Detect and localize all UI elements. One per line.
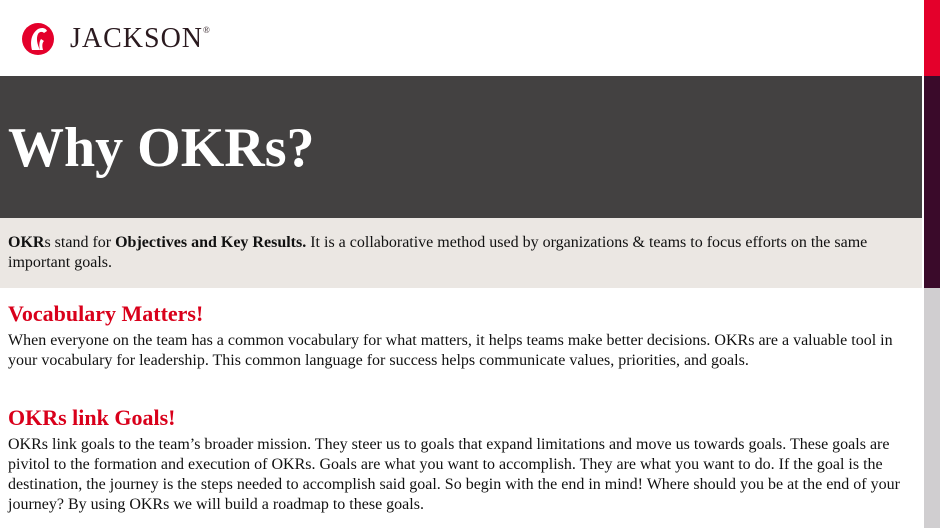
page-title: Why OKRs?	[8, 117, 315, 179]
side-bar-gap	[922, 0, 924, 528]
jackson-horse-icon	[22, 23, 54, 55]
section-vocabulary: Vocabulary Matters! When everyone on the…	[8, 301, 918, 371]
page: JACKSON® Why OKRs? OKRs stand for Object…	[0, 0, 922, 528]
decorative-side-bar	[922, 0, 940, 528]
section-okrs-link-goals: OKRs link Goals! OKRs link goals to the …	[8, 405, 918, 515]
side-bar-red	[922, 0, 940, 76]
brand-name: JACKSON®	[70, 23, 211, 54]
jackson-logo[interactable]: JACKSON®	[20, 20, 211, 58]
title-band: Why OKRs?	[0, 76, 922, 218]
side-bar-plum	[922, 76, 940, 288]
intro-band: OKRs stand for Objectives and Key Result…	[0, 218, 922, 288]
side-bar-grey	[922, 288, 940, 528]
section-heading: Vocabulary Matters!	[8, 301, 204, 326]
section-heading: OKRs link Goals!	[8, 405, 176, 430]
section-body: OKRs link goals to the team’s broader mi…	[8, 436, 900, 513]
intro-text: OKRs stand for Objectives and Key Result…	[8, 234, 868, 271]
header: JACKSON®	[0, 0, 922, 76]
section-body: When everyone on the team has a common v…	[8, 332, 893, 369]
